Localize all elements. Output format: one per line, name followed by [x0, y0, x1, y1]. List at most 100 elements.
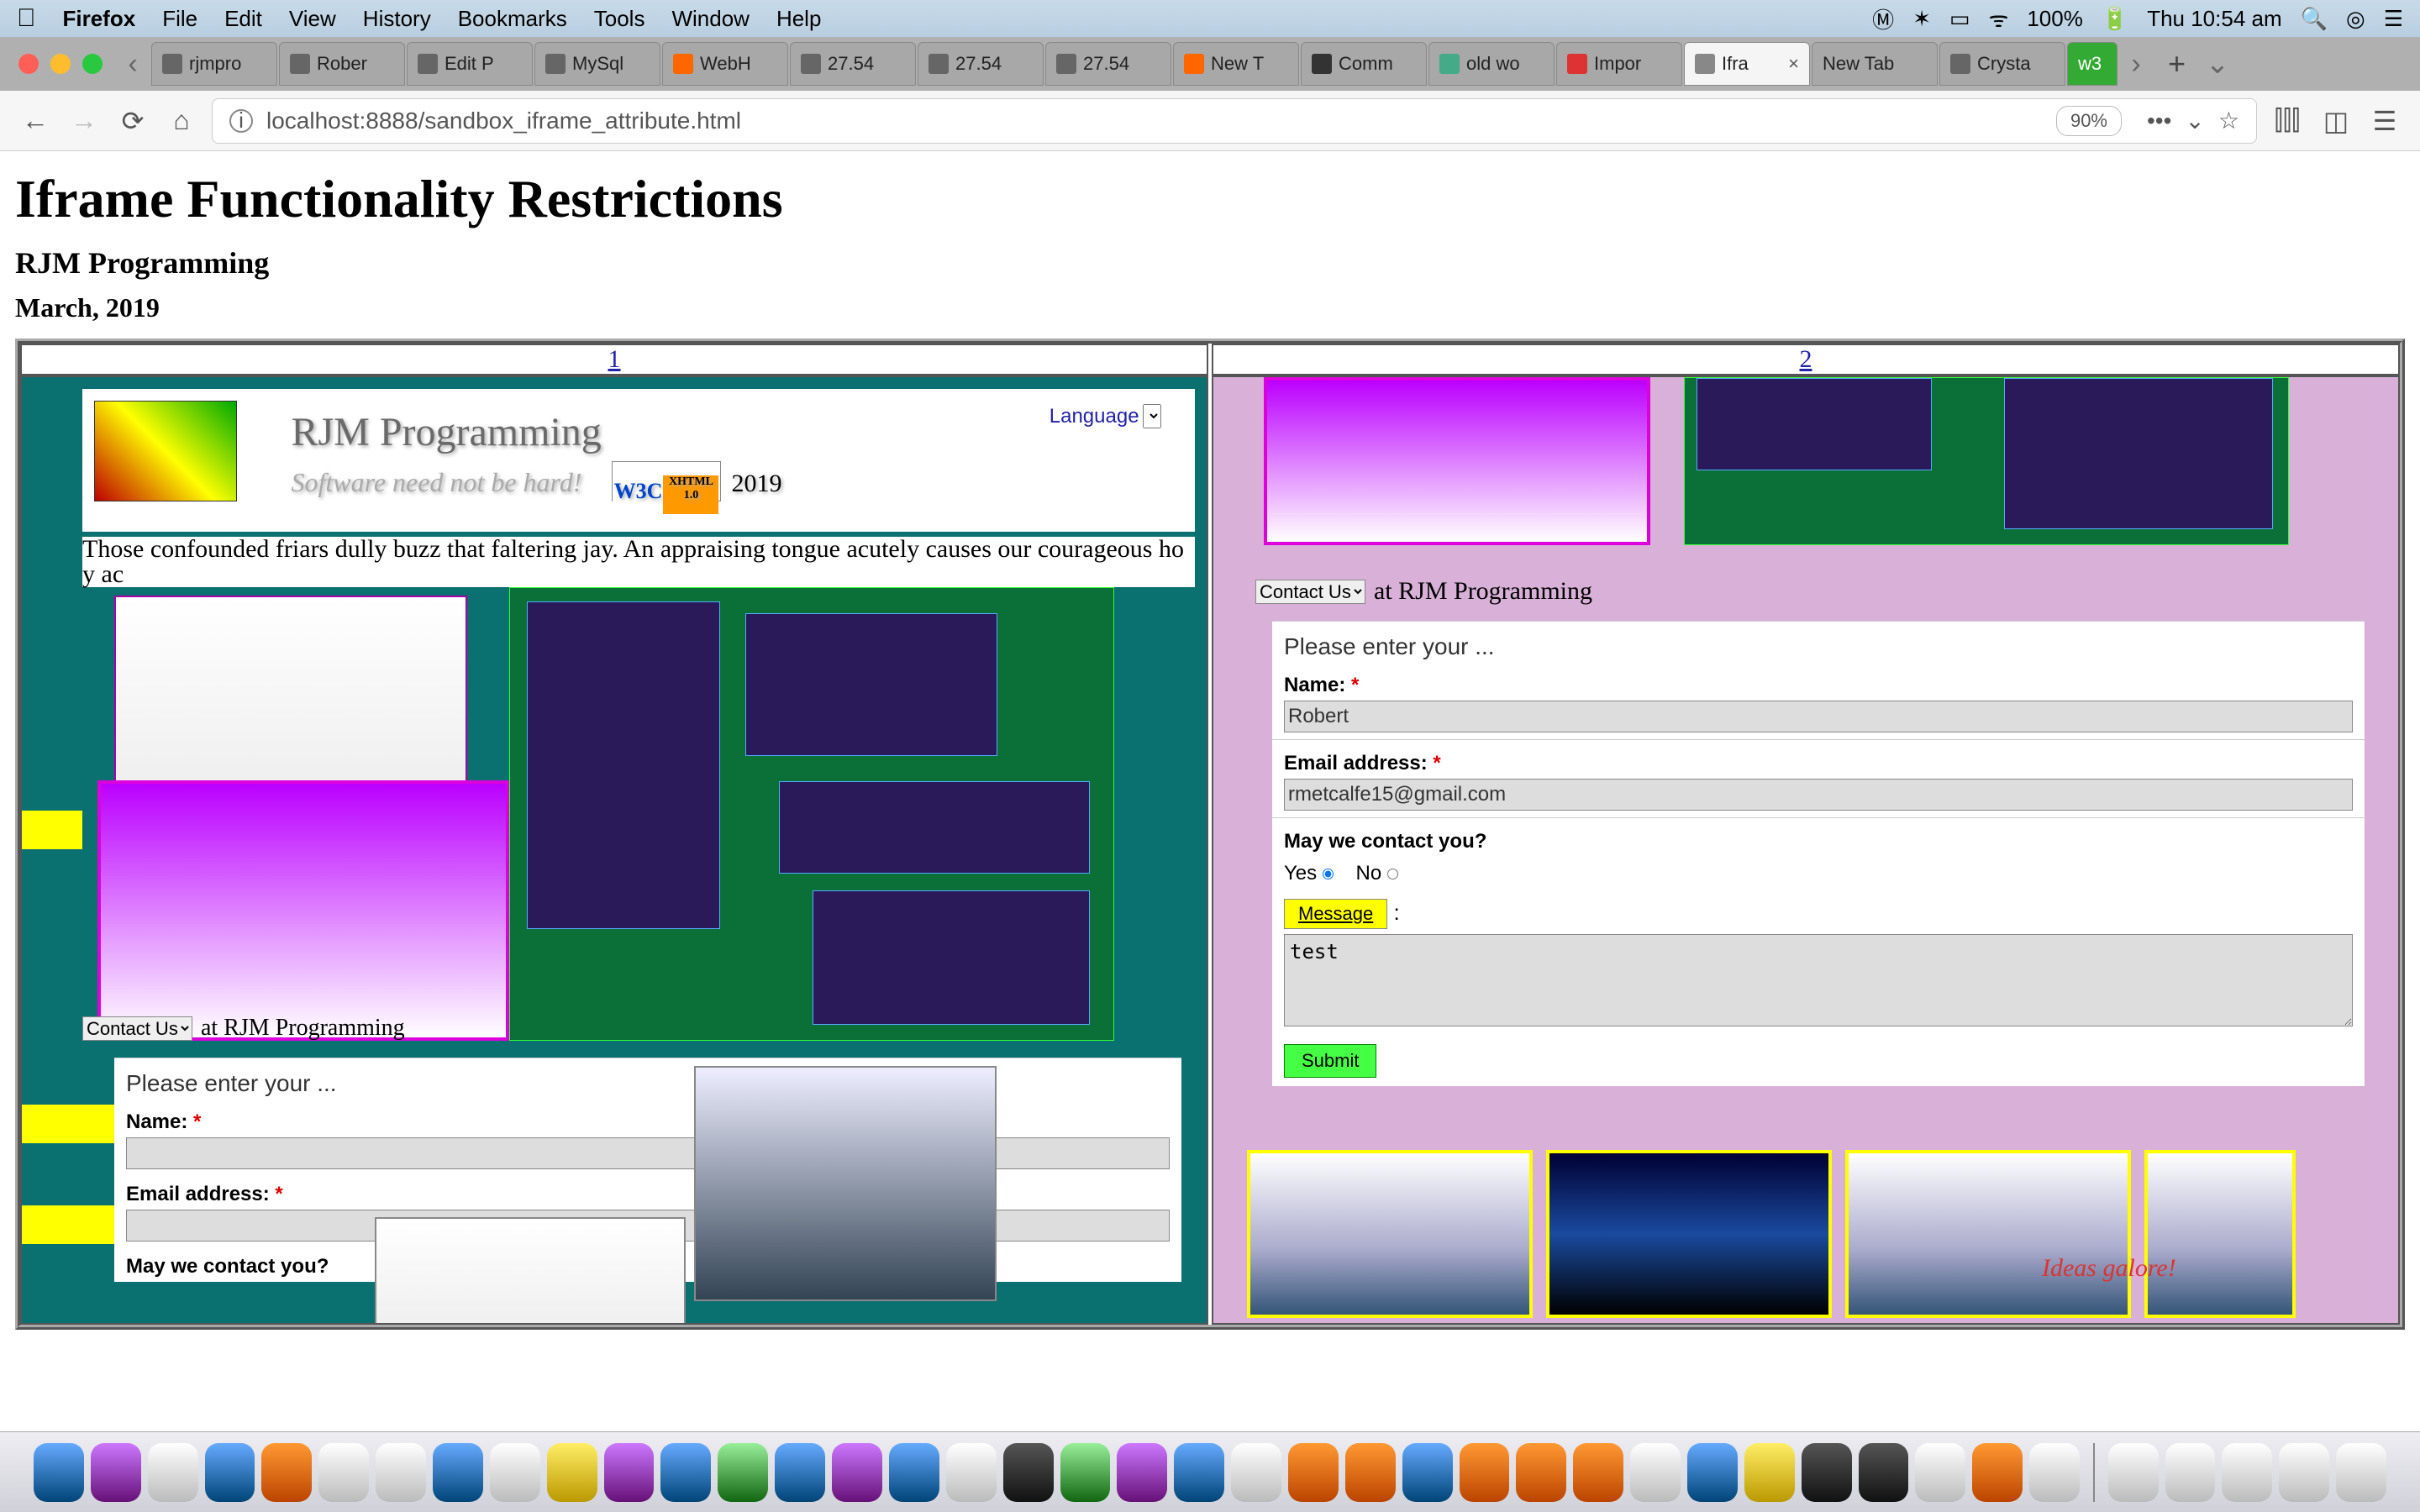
dock-finder-icon[interactable] [34, 1443, 84, 1502]
frame-body-2[interactable]: Contact Us at RJM Programming Please ent… [1212, 375, 2400, 1325]
contact-select[interactable]: Contact Us [1255, 580, 1365, 604]
dock-safari-icon[interactable] [205, 1443, 255, 1502]
notification-center-icon[interactable]: ☰ [2384, 6, 2403, 32]
airplay-icon[interactable]: ▭ [1949, 6, 1970, 32]
menu-app[interactable]: Firefox [63, 6, 136, 32]
tab-label[interactable]: Ifra [1722, 53, 1749, 75]
tab-label[interactable]: old wo [1466, 53, 1520, 75]
bookmark-star-icon[interactable]: ☆ [2218, 107, 2239, 134]
dock-app-icon[interactable] [91, 1443, 141, 1502]
submit-button[interactable]: Submit [1284, 1044, 1376, 1078]
dock-app-icon[interactable] [946, 1443, 997, 1502]
tab-label[interactable]: 27.54 [1083, 53, 1129, 75]
page-actions-icon[interactable]: ••• [2147, 108, 2171, 134]
frame-body-1[interactable]: RJM Programming Software need not be har… [20, 375, 1208, 1325]
frame-number-2[interactable]: 2 [1212, 344, 2400, 375]
apple-icon[interactable] [17, 4, 36, 33]
tab-label[interactable]: MySql [572, 53, 623, 75]
menubar-m-icon[interactable]: Ⓜ [1872, 3, 1894, 34]
dock-folder-icon[interactable] [2108, 1443, 2159, 1502]
thumbnail[interactable] [509, 587, 1114, 1041]
reload-button[interactable]: ⟳ [114, 102, 151, 139]
no-radio[interactable] [1387, 869, 1398, 879]
dock-folder-icon[interactable] [2279, 1443, 2329, 1502]
dock-terminal-icon[interactable] [1859, 1443, 1909, 1502]
dock-filezilla-icon[interactable] [1573, 1443, 1623, 1502]
frame-number-1[interactable]: 1 [20, 344, 1208, 375]
dock-opera-icon[interactable] [1516, 1443, 1566, 1502]
tab-label[interactable]: Edit P [445, 53, 494, 75]
dock-app-icon[interactable] [1915, 1443, 1965, 1502]
close-tab-icon[interactable]: × [1788, 53, 1799, 75]
site-info-icon[interactable]: i [229, 109, 253, 133]
contact-select[interactable]: Contact Us [82, 1016, 192, 1041]
dock-app-icon[interactable] [1060, 1443, 1111, 1502]
tab-label[interactable]: Impor [1594, 53, 1641, 75]
dock-app-icon[interactable] [775, 1443, 825, 1502]
menu-bookmarks[interactable]: Bookmarks [458, 6, 567, 32]
siri-icon[interactable]: ◎ [2346, 6, 2365, 32]
pocket-icon[interactable]: ⌄ [2185, 107, 2204, 134]
forward-button[interactable]: → [66, 102, 103, 139]
dock-app-icon[interactable] [1972, 1443, 2023, 1502]
dock-messages-icon[interactable] [718, 1443, 768, 1502]
dock-app-icon[interactable] [1687, 1443, 1738, 1502]
dock-app-icon[interactable] [261, 1443, 312, 1502]
dock-appstore-icon[interactable] [1174, 1443, 1224, 1502]
window-minimize-button[interactable] [50, 54, 71, 74]
menu-edit[interactable]: Edit [224, 6, 262, 32]
yes-radio[interactable] [1323, 869, 1334, 879]
thumbnail[interactable] [1247, 1150, 1533, 1318]
all-tabs-icon[interactable]: ⌄ [2201, 47, 2234, 81]
dock-app-icon[interactable] [148, 1443, 198, 1502]
message-button[interactable]: Message [1284, 899, 1387, 929]
dock-app-icon[interactable] [547, 1443, 597, 1502]
dock-app-icon[interactable] [318, 1443, 369, 1502]
name-input[interactable] [126, 1137, 1170, 1169]
dock-itunes-icon[interactable] [1117, 1443, 1167, 1502]
new-tab-button[interactable]: + [2154, 46, 2199, 81]
app-menu-icon[interactable]: ☰ [2366, 102, 2403, 139]
w3c-badge[interactable]: W3CXHTML 1.0 [612, 461, 721, 501]
window-zoom-button[interactable] [82, 54, 103, 74]
tab-label[interactable]: 27.54 [955, 53, 1002, 75]
library-icon[interactable]: ⫿⫿⫿ [2269, 102, 2306, 139]
home-button[interactable]: ⌂ [163, 102, 200, 139]
dock-gimp-icon[interactable] [1802, 1443, 1852, 1502]
clock[interactable]: Thu 10:54 am [2147, 6, 2281, 32]
dock-app-icon[interactable] [1744, 1443, 1795, 1502]
dock-firefox-icon[interactable] [1345, 1443, 1396, 1502]
tab-scroll-left-icon[interactable]: ‹ [116, 48, 150, 81]
thumbnail[interactable] [2144, 1150, 2296, 1318]
thumbnail[interactable] [694, 1066, 997, 1301]
dock-app-icon[interactable] [832, 1443, 882, 1502]
tab-label[interactable]: Crysta [1977, 53, 2031, 75]
menu-view[interactable]: View [289, 6, 336, 32]
thumbnail[interactable] [97, 780, 509, 1041]
tab-label[interactable]: rjmpro [189, 53, 241, 75]
wifi-icon[interactable]: ᯤ [1989, 3, 2009, 34]
menu-tools[interactable]: Tools [594, 6, 645, 32]
tab-label[interactable]: 27.54 [828, 53, 874, 75]
dock-app-icon[interactable] [889, 1443, 939, 1502]
tab-label[interactable]: Comm [1339, 53, 1393, 75]
dock-app-icon[interactable] [1231, 1443, 1281, 1502]
battery-text[interactable]: 100% [2027, 6, 2083, 32]
dock-app-icon[interactable] [490, 1443, 540, 1502]
dock-mail-icon[interactable] [660, 1443, 711, 1502]
thumbnail[interactable] [1264, 377, 1650, 545]
menu-file[interactable]: File [162, 6, 197, 32]
language-select[interactable] [1143, 404, 1161, 428]
window-close-button[interactable] [18, 54, 39, 74]
dock-calendar-icon[interactable] [376, 1443, 426, 1502]
menu-history[interactable]: History [363, 6, 431, 32]
menu-window[interactable]: Window [671, 6, 749, 32]
thumbnail[interactable] [1684, 377, 2289, 545]
dock-app-icon[interactable] [604, 1443, 655, 1502]
dock-dictionary-icon[interactable] [2029, 1443, 2080, 1502]
spotlight-icon[interactable]: 🔍 [2301, 6, 2328, 32]
dock-mamp-icon[interactable] [1630, 1443, 1681, 1502]
menubar-bug-icon[interactable]: ✶ [1912, 6, 1931, 32]
thumbnail[interactable] [114, 596, 467, 797]
tab-label[interactable]: New Tab [1823, 53, 1894, 75]
